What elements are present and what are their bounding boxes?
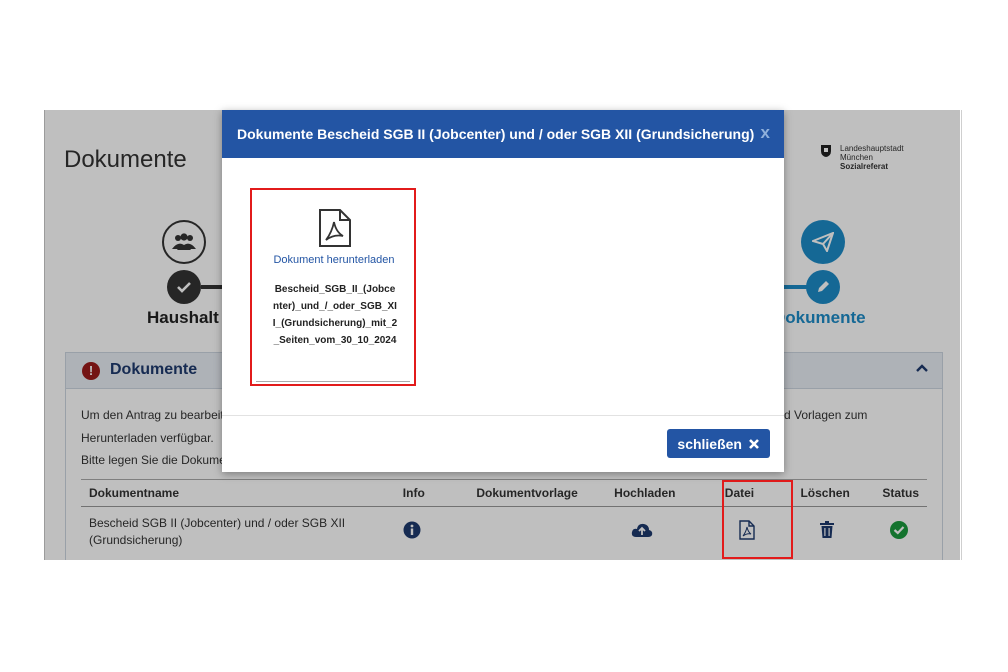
pdf-document-icon[interactable] xyxy=(318,208,352,248)
close-icon xyxy=(749,438,759,449)
file-name: Bescheid_SGB_II_(Jobcenter)_und_/_oder_S… xyxy=(272,284,398,346)
close-button-label: schließen xyxy=(677,435,742,452)
card-divider xyxy=(256,381,410,382)
download-link[interactable]: Dokument herunterladen xyxy=(252,254,416,267)
modal-header: Dokumente Bescheid SGB II (Jobcenter) un… xyxy=(222,110,784,158)
documents-modal: Dokumente Bescheid SGB II (Jobcenter) un… xyxy=(222,110,784,472)
modal-footer: schließen xyxy=(222,415,784,473)
modal-title: Dokumente Bescheid SGB II (Jobcenter) un… xyxy=(237,126,755,142)
document-card[interactable]: Dokument herunterladen Bescheid_SGB_II_(… xyxy=(250,188,416,386)
modal-close-x[interactable]: x xyxy=(761,123,770,143)
highlight-file-column xyxy=(722,480,793,559)
close-button[interactable]: schließen xyxy=(667,429,770,458)
